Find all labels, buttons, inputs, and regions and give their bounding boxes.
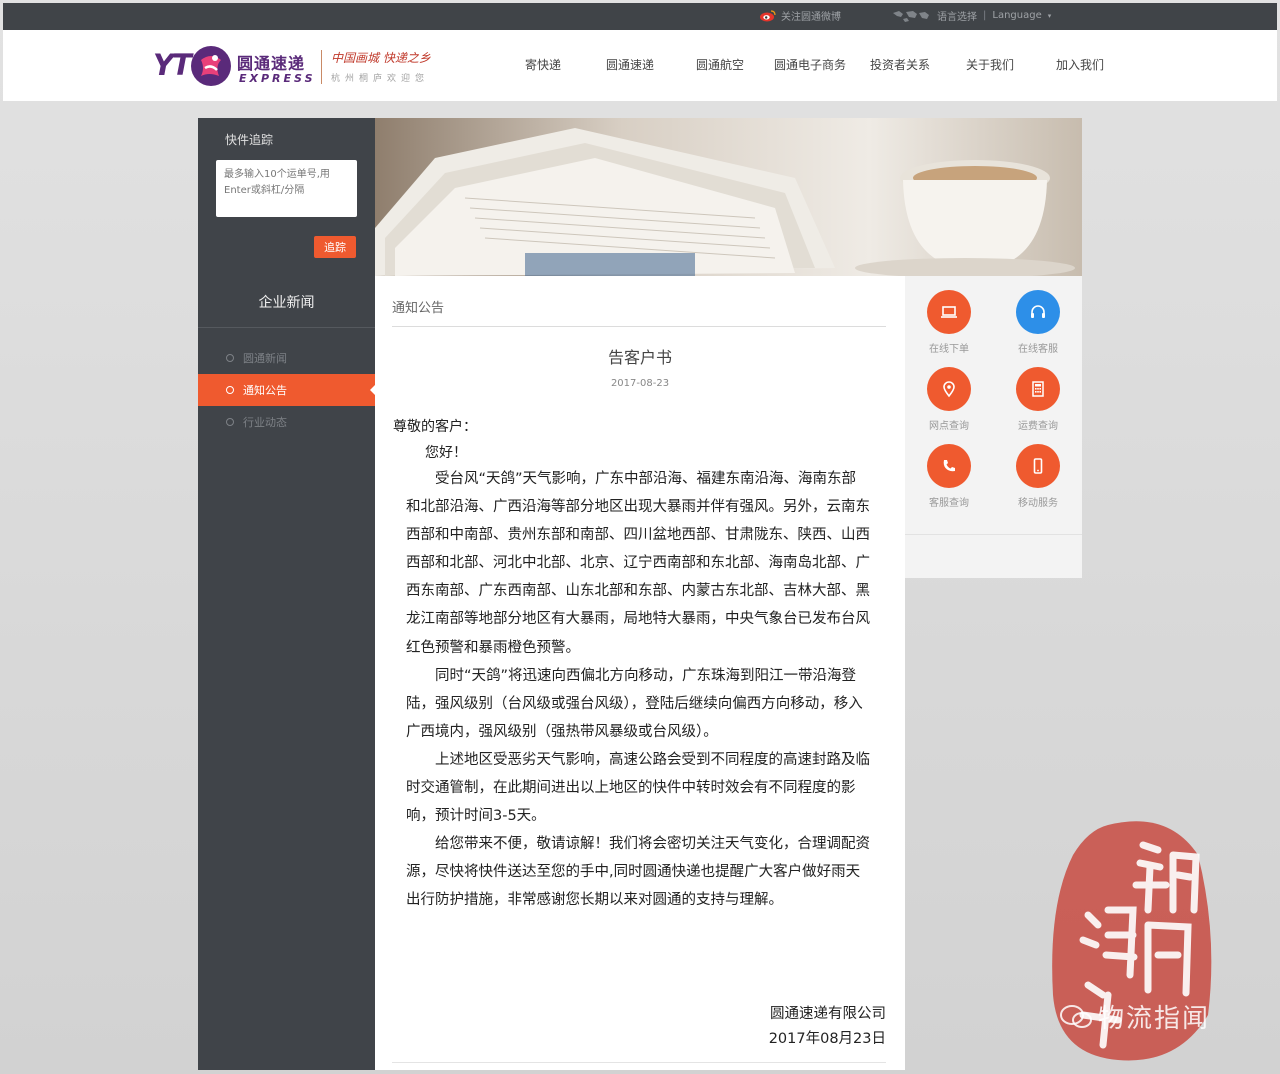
logo-mark: YT: [153, 48, 192, 82]
mobile-icon: [1016, 444, 1060, 488]
nav-item-about-us[interactable]: 关于我们: [943, 56, 1037, 73]
world-map-icon: [893, 10, 929, 22]
logo-name-cn: 圆通速递: [237, 54, 306, 73]
yto-logo[interactable]: YT 圆通速递 EXPRESS 中国画城 快递之乡 杭州桐庐欢迎您: [153, 40, 453, 92]
quick-service-label: 在线客服: [1018, 344, 1058, 355]
article-date: 2017-08-23: [610, 378, 670, 389]
tracking-title: 快件追踪: [225, 133, 274, 147]
article-greeting: 您好！: [425, 445, 467, 461]
article-panel: 通知公告 告客户书 2017-08-23 尊敬的客户： 您好！ 受台风“天鸽”天…: [375, 276, 905, 1070]
quick-service-shipping-fee[interactable]: 运费查询: [998, 367, 1078, 432]
sidebar-section-title: 企业新闻: [198, 278, 375, 328]
tracking-number-input[interactable]: 最多输入10个运单号,用Enter或斜杠/分隔: [216, 160, 357, 217]
left-sidebar: 快件追踪 最多输入10个运单号,用Enter或斜杠/分隔 追踪 企业新闻 圆通新…: [198, 118, 376, 1070]
article-title: 告客户书: [607, 348, 672, 367]
nav-item-ecommerce[interactable]: 圆通电子商务: [763, 56, 857, 73]
language-label: 语言选择: [937, 12, 977, 23]
nav-item-yto-express[interactable]: 圆通速递: [583, 56, 677, 73]
article-paragraph: 上述地区受恶劣天气影响，高速公路会受到不同程度的高速封路及临时交通管制，在此期间…: [406, 751, 870, 825]
location-pin-icon: [927, 367, 971, 411]
banner-illustration: [375, 118, 1082, 276]
quick-service-label: 在线下单: [929, 344, 969, 355]
sidebar-item-label: 圆通新闻: [243, 352, 287, 365]
logo-slogan-sub: 杭州桐庐欢迎您: [331, 74, 430, 84]
sidebar-item-announcements[interactable]: 通知公告: [198, 374, 376, 406]
article-salutation: 尊敬的客户：: [393, 419, 477, 435]
quick-service-mobile[interactable]: 移动服务: [998, 444, 1078, 509]
sidebar-news-list: 圆通新闻 通知公告 行业动态: [198, 342, 376, 438]
weibo-follow-label: 关注圆通微博: [781, 12, 841, 23]
wechat-icon: [1060, 1004, 1092, 1028]
weibo-icon: [760, 9, 776, 21]
language-value: Language: [992, 10, 1042, 21]
laptop-icon: [927, 290, 971, 334]
site-header: YT 圆通速递 EXPRESS 中国画城 快递之乡 杭州桐庐欢迎您 寄快递 圆通…: [3, 30, 1277, 101]
divider: [392, 326, 886, 327]
divider: [392, 1062, 886, 1063]
sidebar-item-industry-news[interactable]: 行业动态: [198, 406, 375, 438]
divider: [905, 534, 1082, 535]
article-paragraph: 同时“天鸽”将迅速向西偏北方向移动，广东珠海到阳江一带沿海登陆，强风级别（台风级…: [406, 667, 863, 740]
quick-service-branch-search[interactable]: 网点查询: [909, 367, 989, 432]
nav-item-yto-airlines[interactable]: 圆通航空: [677, 56, 763, 73]
quick-service-label: 移动服务: [1018, 498, 1058, 509]
article-paragraph: 受台风“天鸽”天气影响，广东中部沿海、福建东南沿海、海南东部和北部沿海、广西沿海…: [406, 471, 870, 656]
chevron-down-icon: ▾: [1047, 11, 1052, 20]
signature-date: 2017年08月23日: [768, 1031, 886, 1047]
breadcrumb: 通知公告: [392, 301, 445, 316]
quick-service-online-support[interactable]: 在线客服: [998, 290, 1078, 355]
quick-services-panel: 在线下单 在线客服 网点查询 运费查询 客服查询 移动服务: [905, 276, 1082, 578]
sidebar-item-label: 通知公告: [243, 384, 287, 397]
top-utility-bar: 关注圆通微博 语言选择 | Language ▾: [3, 3, 1277, 30]
logo-separator: [321, 50, 322, 84]
quick-service-label: 运费查询: [1018, 421, 1058, 432]
nav-item-investor-relations[interactable]: 投资者关系: [857, 56, 943, 73]
language-selector[interactable]: 语言选择 | Language ▾: [891, 8, 1051, 23]
bullet-circle-icon: [226, 386, 234, 394]
logo-slogan: 中国画城 快递之乡: [331, 51, 431, 65]
bullet-circle-icon: [226, 354, 234, 362]
article-body: 受台风“天鸽”天气影响，广东中部沿海、福建东南沿海、海南东部和北部沿海、广西沿海…: [406, 465, 870, 915]
weibo-follow-link[interactable]: 关注圆通微博: [759, 8, 841, 23]
quick-service-online-order[interactable]: 在线下单: [909, 290, 989, 355]
sidebar-item-yto-news[interactable]: 圆通新闻: [198, 342, 375, 374]
article-paragraph: 给您带来不便，敬请谅解！我们将会密切关注天气变化，合理调配资源，尽快将快件送达至…: [406, 836, 870, 909]
wechat-account-name: 物流指闻: [1098, 1004, 1211, 1034]
quick-service-label: 客服查询: [929, 498, 969, 509]
newspaper-coffee-banner: [375, 118, 1082, 276]
logo-runner-icon: [191, 46, 231, 86]
signature-company: 圆通速递有限公司: [770, 1006, 886, 1022]
wechat-account-watermark: 物流指闻: [1060, 998, 1210, 1035]
quick-service-label: 网点查询: [929, 421, 969, 432]
bullet-circle-icon: [226, 418, 234, 426]
track-button[interactable]: 追踪: [314, 236, 356, 258]
main-nav: 寄快递 圆通速递 圆通航空 圆通电子商务 投资者关系 关于我们 加入我们: [503, 56, 1123, 73]
headphones-icon: [1016, 290, 1060, 334]
nav-item-join-us[interactable]: 加入我们: [1037, 56, 1123, 73]
logo-name-en: EXPRESS: [239, 72, 316, 85]
phone-icon: [927, 444, 971, 488]
sidebar-item-label: 行业动态: [243, 416, 287, 429]
nav-item-send-express[interactable]: 寄快递: [503, 56, 583, 73]
quick-service-customer-service[interactable]: 客服查询: [909, 444, 989, 509]
language-divider: |: [983, 10, 987, 21]
calculator-icon: [1016, 367, 1060, 411]
